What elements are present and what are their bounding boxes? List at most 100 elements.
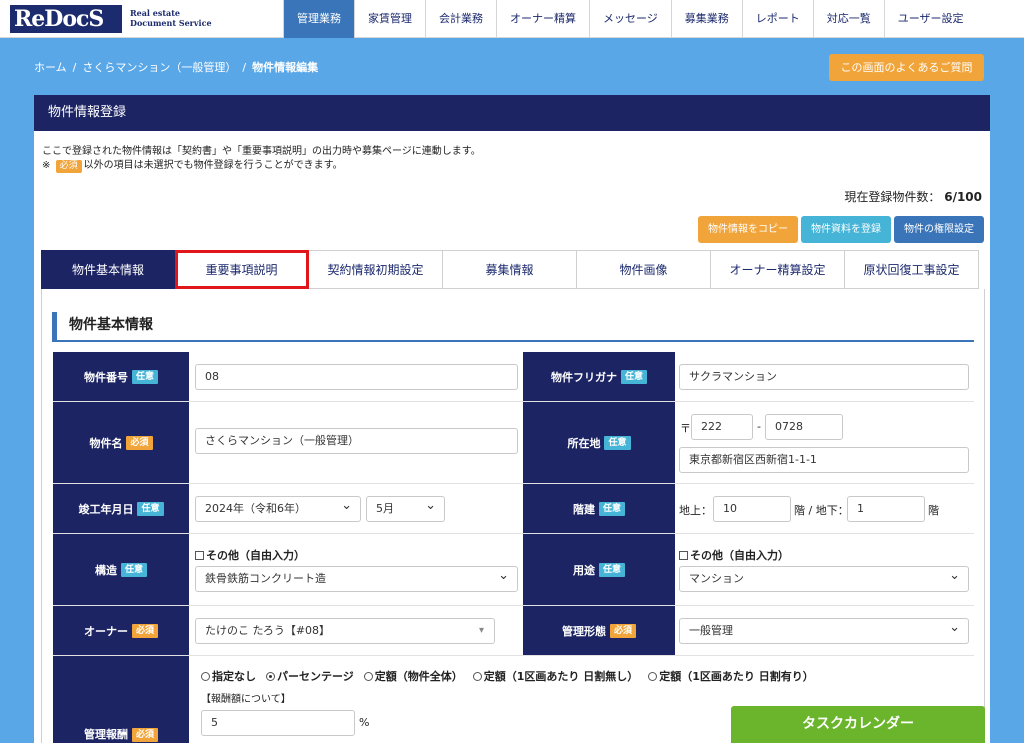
nav-item-response-list[interactable]: 対応一覧 xyxy=(812,0,884,38)
field-label: 用途 任意 xyxy=(523,534,675,605)
field-label: 物件名 必須 xyxy=(53,402,189,483)
field-label: 竣工年月日 任意 xyxy=(53,484,189,533)
fee-option-label: 定額（物件全体） xyxy=(374,670,463,683)
required-badge: 必須 xyxy=(609,623,636,638)
owner-select[interactable]: たけのこ たろう【#08】 xyxy=(195,618,495,644)
property-number-label: 物件番号 xyxy=(83,370,128,384)
nav-item-reports[interactable]: レポート xyxy=(741,0,813,38)
fee-note: 【報酬額について】 xyxy=(201,694,291,705)
property-number-input[interactable]: 08 xyxy=(195,364,518,390)
breadcrumb-current: 物件情報編集 xyxy=(252,61,319,74)
structure-select[interactable]: 鉄骨鉄筋コンクリート造 xyxy=(195,566,518,592)
tab-basic-info[interactable]: 物件基本情報 xyxy=(41,250,175,289)
tab-content: 物件基本情報 物件番号 任意 08 物件フリガナ 任意 サクラマンション 物件名 必須… xyxy=(41,289,985,743)
field-label: 管理形態 必須 xyxy=(523,606,675,655)
built-year-select[interactable]: 2024年（令和6年） xyxy=(195,496,361,522)
nav-item-owner-settlement[interactable]: オーナー精算 xyxy=(496,0,589,38)
breadcrumb-home[interactable]: ホーム xyxy=(34,61,67,74)
management-fee-options: 指定なし パーセンテージ 定額（物件全体） 定額（1区画あたり 日割無し） 定額… xyxy=(201,668,814,684)
required-badge: 必須 xyxy=(131,728,158,742)
nav-item-recruitment[interactable]: 募集業務 xyxy=(670,0,742,38)
permission-settings-button[interactable]: 物件の権限設定 xyxy=(894,216,984,243)
fee-option-none[interactable]: 指定なし xyxy=(201,668,256,684)
fee-option-fixed-total[interactable]: 定額（物件全体） xyxy=(363,668,463,684)
management-fee-label: 管理報酬 xyxy=(83,728,128,741)
property-name-input[interactable]: さくらマンション（一般管理） xyxy=(195,428,518,454)
usage-other-checkbox[interactable]: その他（自由入力） xyxy=(679,547,789,563)
zip-code-first-input[interactable]: 222 xyxy=(691,414,753,440)
fee-option-percentage[interactable]: パーセンテージ xyxy=(266,668,354,684)
panel-title: 物件情報登録 xyxy=(34,95,990,131)
copy-property-button[interactable]: 物件情報をコピー xyxy=(698,216,798,243)
property-count: 現在登録物件数： 6/100 xyxy=(844,188,982,205)
logo-subtitle-line2: Document Service xyxy=(130,18,212,28)
tab-recruitment-info[interactable]: 募集情報 xyxy=(443,250,577,289)
management-type-select[interactable]: 一般管理 xyxy=(679,618,969,644)
tab-important-matters[interactable]: 重要事項説明 xyxy=(175,250,309,289)
tab-restoration-work[interactable]: 原状回復工事設定 xyxy=(845,250,979,289)
main-nav: 管理業務 家賃管理 会計業務 オーナー精算 メッセージ 募集業務 レポート 対応… xyxy=(283,0,977,38)
breadcrumb: ホーム / さくらマンション（一般管理） / 物件情報編集 xyxy=(34,59,318,75)
fee-option-fixed-unit-no-prorate[interactable]: 定額（1区画あたり 日割無し） xyxy=(472,668,638,684)
nav-item-user-settings[interactable]: ユーザー設定 xyxy=(883,0,977,38)
property-registration-panel: 物件情報登録 ここで登録された物件情報は「契約書」や「重要事項説明」の出力時や募… xyxy=(34,95,990,743)
optional-badge: 任意 xyxy=(137,501,164,516)
optional-badge: 任意 xyxy=(598,562,625,577)
checkbox-icon xyxy=(679,551,688,560)
checkbox-icon xyxy=(195,551,204,560)
nav-item-rent[interactable]: 家賃管理 xyxy=(354,0,425,38)
fee-option-fixed-unit-prorate[interactable]: 定額（1区画あたり 日割有り） xyxy=(648,668,814,684)
fee-unit: % xyxy=(359,716,370,729)
breadcrumb-separator: / xyxy=(242,61,247,74)
optional-badge: 任意 xyxy=(620,369,647,384)
redocs-logo[interactable]: ReDocS Real estate Document Service xyxy=(10,5,212,33)
task-calendar-button[interactable]: タスクカレンダー xyxy=(731,706,985,743)
fee-option-label: 指定なし xyxy=(212,670,256,683)
top-header: ReDocS Real estate Document Service 管理業務… xyxy=(0,0,1024,38)
property-name-label: 物件名 xyxy=(89,436,123,450)
note-suffix: 以外の項目は未選択でも物件登録を行うことができます。 xyxy=(83,160,343,171)
section-title: 物件基本情報 xyxy=(52,312,974,342)
address-label: 所在地 xyxy=(567,436,601,450)
above-ground-label: 地上： xyxy=(679,504,712,517)
management-fee-input[interactable]: 5 xyxy=(201,710,355,736)
optional-badge: 任意 xyxy=(120,562,147,577)
register-documents-button[interactable]: 物件資料を登録 xyxy=(801,216,891,243)
required-badge: 必須 xyxy=(55,160,82,173)
required-badge: 必須 xyxy=(131,623,158,638)
tab-contract-defaults[interactable]: 契約情報初期設定 xyxy=(309,250,443,289)
faq-button[interactable]: この画面のよくあるご質問 xyxy=(829,54,984,81)
floors-below-input[interactable]: 1 xyxy=(847,496,925,522)
address-input[interactable]: 東京都新宿区西新宿1-1-1 xyxy=(679,447,969,473)
logo-subtitle-line1: Real estate xyxy=(130,8,181,18)
owner-label: オーナー xyxy=(83,624,128,638)
form-row: 物件名 必須 さくらマンション（一般管理） 所在地 任意 〒 222 - 0728 … xyxy=(53,402,974,484)
usage-label: 用途 xyxy=(572,563,595,577)
note-line-2: ※ 必須 以外の項目は未選択でも物件登録を行うことができます。 xyxy=(42,159,481,173)
built-month-select[interactable]: 5月 xyxy=(366,496,445,522)
form-row: 竣工年月日任意 2024年（令和6年） 5月 階建任意 地上： 10 階 / 地… xyxy=(53,484,974,534)
floors-above-input[interactable]: 10 xyxy=(713,496,791,522)
field-label: 構造 任意 xyxy=(53,534,189,605)
nav-item-management[interactable]: 管理業務 xyxy=(283,0,354,38)
zip-code-second-input[interactable]: 0728 xyxy=(765,414,843,440)
fee-option-label: パーセンテージ xyxy=(277,670,354,683)
breadcrumb-property[interactable]: さくらマンション（一般管理） xyxy=(82,61,236,74)
required-badge: 必須 xyxy=(126,435,153,450)
usage-select[interactable]: マンション xyxy=(679,566,969,592)
tab-owner-settlement[interactable]: オーナー精算設定 xyxy=(711,250,845,289)
radio-selected-icon xyxy=(266,671,275,681)
nav-item-messages[interactable]: メッセージ xyxy=(589,0,671,38)
below-ground-label: 階 / 地下： xyxy=(794,504,849,517)
logo-wordmark: ReDocS xyxy=(10,5,122,33)
nav-item-accounting[interactable]: 会計業務 xyxy=(425,0,496,38)
built-date-label: 竣工年月日 xyxy=(78,502,134,516)
usage-other-label: その他（自由入力） xyxy=(690,549,789,562)
structure-other-label: その他（自由入力） xyxy=(206,549,305,562)
form-row: オーナー必須 たけのこ たろう【#08】 管理形態必須 一般管理 xyxy=(53,606,974,656)
property-kana-input[interactable]: サクラマンション xyxy=(679,364,969,390)
structure-other-checkbox[interactable]: その他（自由入力） xyxy=(195,547,305,563)
field-label: オーナー 必須 xyxy=(53,606,189,655)
tab-property-images[interactable]: 物件画像 xyxy=(577,250,711,289)
zip-dash: - xyxy=(757,420,761,433)
